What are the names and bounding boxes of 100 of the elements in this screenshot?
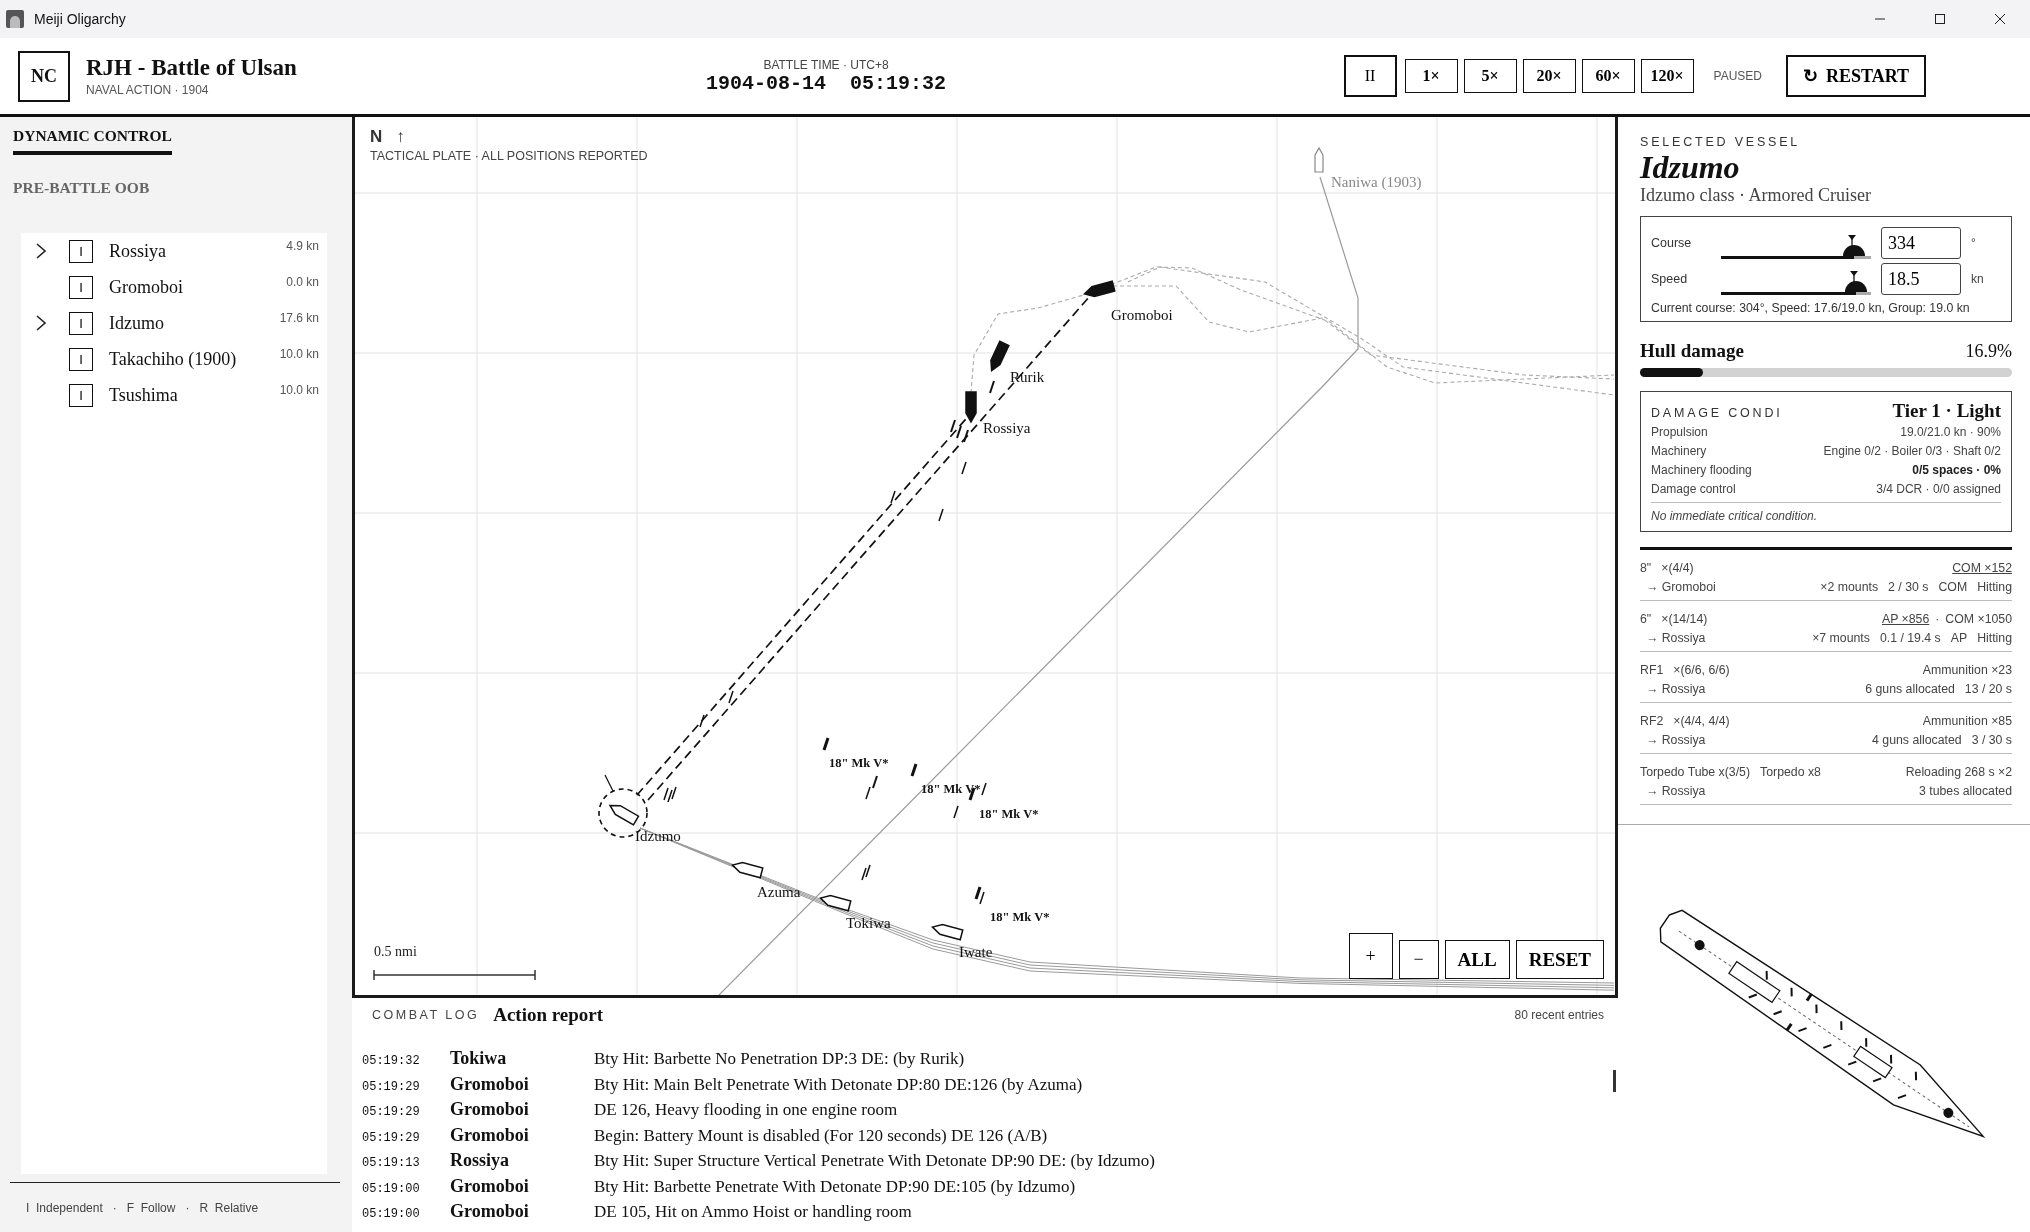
damage-value: 3/4 DCR · 0/0 assigned	[1876, 481, 2001, 496]
zoom-out-button[interactable]: −	[1398, 940, 1439, 979]
log-time: 05:19:29	[362, 1079, 421, 1094]
condition-tier-label: Tier 1 · Light	[1892, 400, 2001, 422]
close-icon[interactable]	[1994, 13, 2006, 25]
ship-name[interactable]: Gromoboi	[109, 276, 287, 298]
ship-label: Tokiwa	[846, 915, 891, 931]
ship-marker[interactable]	[819, 894, 852, 912]
ship-marker[interactable]	[1083, 280, 1116, 298]
weapon-detail: 2 / 30 s	[1888, 579, 1929, 594]
ship-name[interactable]: Rossiya	[109, 240, 287, 262]
mode-toggle[interactable]: I	[69, 275, 93, 299]
mode-toggle[interactable]: I	[69, 383, 93, 407]
legend-separator: ·	[185, 1200, 190, 1215]
order-input[interactable]: 334	[1881, 227, 1961, 259]
weapon-detail: 3 / 30 s	[1971, 732, 2012, 747]
speed-button[interactable]: 120×	[1640, 59, 1694, 93]
ship-name[interactable]: Idzumo	[109, 312, 280, 334]
zoom-in-button[interactable]: +	[1348, 933, 1393, 979]
log-time: 05:19:00	[362, 1207, 421, 1221]
hull-label: Hull damage	[1640, 340, 1744, 362]
ship-marker[interactable]	[931, 923, 964, 941]
ship-label: Gromoboi	[1111, 307, 1173, 323]
torpedo-label: 18" Mk V*	[990, 910, 1050, 924]
torpedo-label: 18" Mk V*	[829, 756, 889, 770]
log-time: 05:19:29	[362, 1105, 421, 1119]
chevron-icon[interactable]	[35, 315, 47, 331]
ship-name[interactable]: Takachiho (1900)	[109, 348, 280, 370]
show-all-button[interactable]: ALL	[1444, 940, 1510, 979]
order-label: Speed	[1651, 272, 1689, 286]
torpedo-label: 18" Mk V*	[979, 807, 1039, 821]
slider-thumb[interactable]	[1841, 233, 1866, 256]
weapon-detail: ×2 mounts	[1820, 579, 1879, 594]
log-message: Bty Hit: Main Belt Penetrate With Detonate DP:80 DE:126 (by Azuma)	[594, 1074, 1084, 1095]
order-input[interactable]: 18.5	[1881, 263, 1961, 295]
ship-marker[interactable]	[990, 340, 1010, 372]
logo-badge: NC	[18, 50, 70, 102]
weapon-name: RF2	[1640, 713, 1664, 728]
weapon-detail: 13 / 20 s	[1964, 681, 2012, 696]
weapon-name: RF1	[1640, 662, 1664, 677]
reset-button[interactable]: RESET	[1515, 940, 1604, 979]
mode-toggle[interactable]: I	[69, 311, 93, 335]
legend-item: R Relative	[199, 1200, 259, 1215]
ammo-link[interactable]: AP ×856	[1881, 611, 1930, 626]
log-ship: Gromoboi	[450, 1201, 530, 1222]
scale-label: 0.5 nmi	[374, 944, 417, 959]
weapon-detail: Hitting	[1977, 630, 2012, 645]
ammo-link[interactable]: COM ×152	[1952, 560, 2012, 575]
speed-button[interactable]: 60×	[1581, 59, 1635, 93]
weapon-detail: AP	[1950, 630, 1968, 645]
ammo-separator: ·	[1935, 611, 1940, 626]
sidebar-tab[interactable]: DYNAMIC CONTROL	[13, 127, 172, 155]
mode-toggle[interactable]: I	[69, 347, 93, 371]
ship-label: Iwate	[959, 944, 993, 960]
battle-title: RJH - Battle of Ulsan	[86, 55, 297, 81]
ammo-link[interactable]: COM ×1050	[1945, 611, 2012, 626]
north-arrow: ↑	[396, 127, 405, 146]
log-message: DE 126, Heavy flooding in one engine room	[594, 1100, 899, 1120]
north-label: N	[370, 127, 383, 146]
scrollbar-thumb[interactable]	[1613, 1070, 1616, 1092]
weapon-mounts: Torpedo x8	[1760, 764, 1821, 779]
mode-toggle[interactable]: I	[69, 239, 93, 263]
log-message: Bty Hit: Super Structure Vertical Penetrate With Detonate DP:90 DE: (by Idzumo)	[594, 1151, 1156, 1171]
legend-item: I Independent	[26, 1200, 103, 1215]
clock-label: BATTLE TIME · UTC+8	[763, 57, 889, 72]
order-label: Course	[1651, 236, 1693, 250]
speed-button[interactable]: 1×	[1404, 59, 1458, 93]
speed-button[interactable]: 20×	[1522, 59, 1576, 93]
battle-date: 1904-08-14	[706, 71, 827, 95]
ship-label: Rossiya	[983, 420, 1031, 436]
speed-button[interactable]: 5×	[1463, 59, 1517, 93]
weapon-detail: 4 guns allocated	[1872, 732, 1962, 747]
log-message: DE 105, Hit on Ammo Hoist or handling room	[594, 1202, 913, 1222]
restart-button[interactable]: ↻ RESTART	[1786, 55, 1926, 97]
order-slider[interactable]	[1721, 233, 1871, 259]
order-unit: °	[1970, 236, 1977, 250]
log-title: COMBAT LOG	[372, 1008, 480, 1022]
weapon-name: 8"	[1640, 560, 1652, 575]
log-ship: Tokiwa	[450, 1048, 508, 1069]
order-slider[interactable]	[1721, 269, 1871, 295]
ship-marker[interactable]	[1314, 146, 1324, 173]
weapon-detail: ×7 mounts	[1812, 630, 1870, 645]
chevron-icon[interactable]	[35, 243, 47, 259]
ship-marker[interactable]	[965, 391, 977, 424]
maximize-icon[interactable]	[1934, 13, 1946, 25]
slider-thumb[interactable]	[1844, 269, 1868, 292]
torpedo-label: 18" Mk V*	[921, 782, 981, 796]
ship-label: Idzumo	[635, 828, 681, 844]
weapon-detail: COM	[1938, 579, 1968, 594]
damage-label: Propulsion	[1651, 424, 1708, 439]
pause-button[interactable]: II	[1343, 55, 1397, 97]
weapon-target: → Rossiya	[1645, 783, 1706, 798]
hull-value: 16.9%	[1965, 341, 2012, 362]
ship-name[interactable]: Tsushima	[109, 384, 280, 406]
weapon-name: Torpedo Tube x(3/5)	[1640, 764, 1751, 779]
damage-note: No immediate critical condition.	[1651, 502, 2001, 523]
weapon-detail: 3 tubes allocated	[1919, 783, 2012, 798]
ship-marker[interactable]	[608, 804, 640, 826]
sidebar-tab[interactable]: PRE-BATTLE OOB	[13, 179, 150, 203]
ship-marker[interactable]	[731, 861, 764, 879]
